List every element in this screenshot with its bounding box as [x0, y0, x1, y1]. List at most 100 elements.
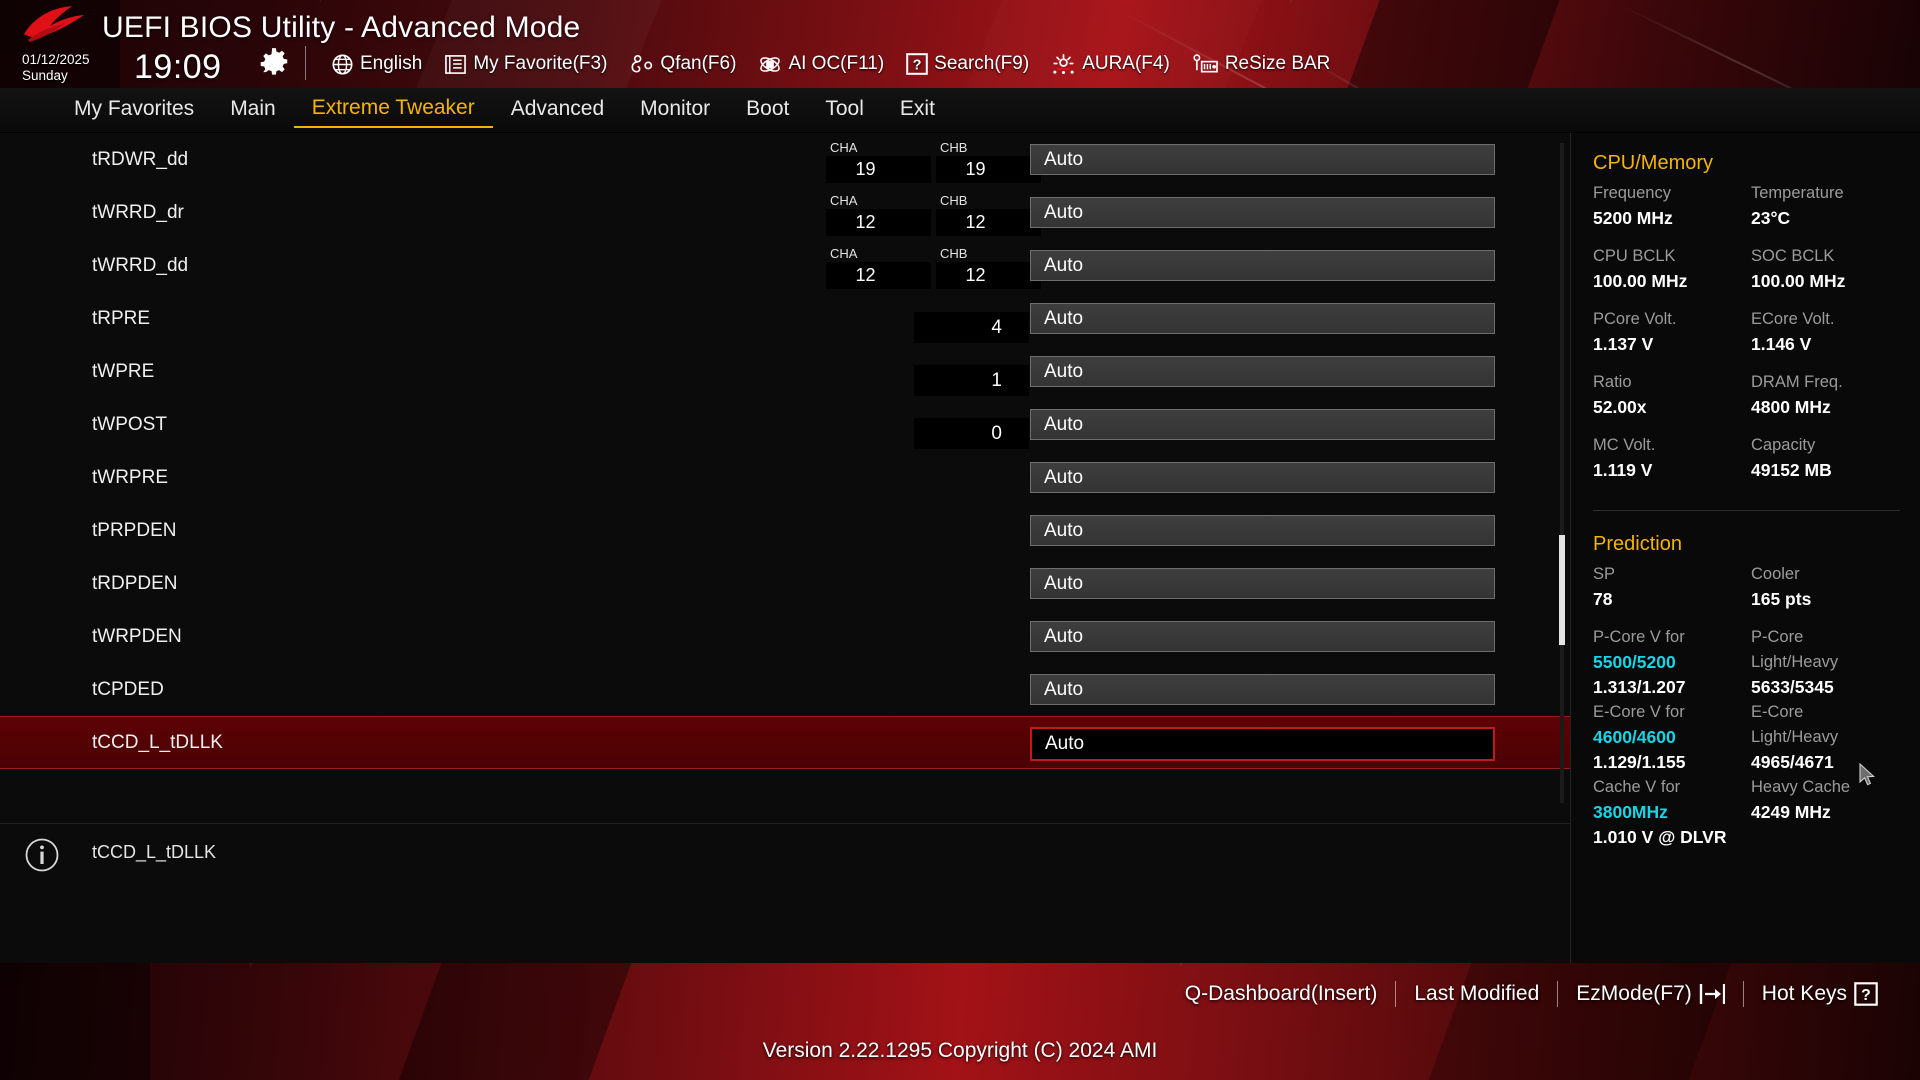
table-row[interactable]: tWPRE 1 Auto	[0, 345, 1570, 398]
footer-bar: Q-Dashboard(Insert) Last Modified EzMode(F…	[0, 963, 1920, 1080]
value-dropdown[interactable]: Auto	[1030, 356, 1495, 387]
metric-value: 165 pts	[1751, 589, 1812, 609]
row-label: tRPRE	[92, 307, 151, 329]
row-label: tPRPDEN	[92, 519, 177, 541]
footer-item-label: Q-Dashboard(Insert)	[1184, 982, 1378, 1005]
nav-tab-extreme-tweaker[interactable]: Extreme Tweaker	[293, 92, 493, 128]
metric-value: 49152 MB	[1751, 460, 1832, 480]
metric-label: Frequency	[1593, 184, 1671, 202]
cpu-memory-heading: CPU/Memory	[1593, 152, 1714, 174]
metric-value: 1.313/1.207	[1593, 677, 1686, 697]
metric-value: 100.00 MHz	[1751, 271, 1846, 291]
info-bar: tCCD_L_tDLLK	[0, 823, 1570, 963]
value-dropdown[interactable]: Auto	[1030, 568, 1495, 599]
value-dropdown[interactable]: Auto	[1030, 515, 1495, 546]
table-row[interactable]: tRDWR_dd CHA 19 CHB 19 Auto	[0, 133, 1570, 186]
value-dropdown[interactable]: Auto	[1030, 727, 1495, 761]
nav-tab-exit[interactable]: Exit	[882, 93, 953, 127]
value-dropdown[interactable]: Auto	[1030, 409, 1495, 440]
value-dropdown[interactable]: Auto	[1030, 250, 1495, 281]
channel-header: CHB	[940, 193, 968, 208]
clock-display: 19:09	[134, 48, 222, 86]
table-row[interactable]: tWRPDEN Auto	[0, 610, 1570, 663]
info-circle-icon	[25, 838, 59, 872]
value-dropdown[interactable]: Auto	[1030, 303, 1495, 334]
cpu-memory-grid: Frequency Temperature 5200 MHz 23°C CPU BCLK…	[1571, 181, 1920, 496]
ai-oc-icon	[760, 56, 781, 72]
channel-values: CHA 19 CHB 19	[826, 139, 1041, 183]
metric-value: 100.00 MHz	[1593, 271, 1688, 291]
channel-value: 12	[936, 209, 1041, 236]
metric-label: Capacity	[1751, 436, 1816, 454]
table-row[interactable]: tCPDED Auto	[0, 663, 1570, 716]
channel-header: CHA	[830, 140, 858, 155]
toolbar-resize-bar[interactable]: ReSize BAR	[1181, 48, 1342, 80]
value-dropdown[interactable]: Auto	[1030, 462, 1495, 493]
metric-label: E-Core V for	[1593, 703, 1685, 721]
table-row[interactable]: tRDPDEN Auto	[0, 557, 1570, 610]
table-row[interactable]: tWRRD_dd CHA 12 CHB 12 Auto	[0, 239, 1570, 292]
footer-item-hot-keys[interactable]: Hot Keys?	[1744, 982, 1896, 1006]
metric-value: 4800 MHz	[1751, 397, 1831, 417]
toolbar-search-label: Search(F9)	[934, 53, 1030, 74]
channel-value: 12	[826, 262, 931, 289]
settings-table: tRDWR_dd CHA 19 CHB 19 Auto tWRRD_dr CHA 12 CHB 12…	[0, 133, 1570, 823]
gear-icon[interactable]	[258, 46, 290, 78]
resize-bar-icon	[1193, 53, 1218, 73]
toolbar-language[interactable]: English	[320, 48, 433, 80]
nav-tab-boot[interactable]: Boot	[728, 93, 807, 127]
footer-item-label: Last Modified	[1414, 982, 1540, 1005]
footer-item-ezmode-f7[interactable]: EzMode(F7)	[1558, 982, 1743, 1006]
nav-tab-my-favorites[interactable]: My Favorites	[56, 93, 212, 127]
metric-label: Heavy Cache	[1751, 778, 1851, 796]
metric-label: Cooler	[1751, 565, 1800, 583]
table-row[interactable]: tWRPRE Auto	[0, 451, 1570, 504]
nav-tab-tool[interactable]: Tool	[807, 93, 882, 127]
date-display: 01/12/2025 Sunday	[22, 52, 90, 84]
main-nav: My Favorites Main Extreme Tweaker Advanced M…	[0, 88, 1920, 133]
value-dropdown[interactable]: Auto	[1030, 144, 1495, 175]
scrollbar-track[interactable]	[1560, 143, 1564, 803]
toolbar-my-favorite[interactable]: My Favorite(F3)	[433, 48, 618, 80]
table-row[interactable]: tCCD_L_tDLLK Auto	[0, 716, 1570, 769]
nav-tab-advanced[interactable]: Advanced	[493, 93, 622, 127]
nav-tab-monitor[interactable]: Monitor	[622, 93, 728, 127]
table-row[interactable]: tWRRD_dr CHA 12 CHB 12 Auto	[0, 186, 1570, 239]
channel-cell-a: CHA 19	[826, 139, 931, 183]
value-dropdown[interactable]: Auto	[1030, 674, 1495, 705]
prediction-grid: SP Cooler 78 165 pts P-Core V for P-Core 5500/…	[1571, 562, 1920, 850]
qfan-icon	[631, 54, 653, 73]
table-row[interactable]: tPRPDEN Auto	[0, 504, 1570, 557]
metric-value: 1.119 V	[1593, 460, 1653, 480]
toolbar-ai-oc-label: AI OC(F11)	[788, 53, 885, 74]
row-label: tRDWR_dd	[92, 148, 189, 170]
channel-values: CHA 12 CHB 12	[826, 192, 1041, 236]
value-dropdown[interactable]: Auto	[1030, 197, 1495, 228]
value-dropdown[interactable]: Auto	[1030, 621, 1495, 652]
toolbar-aura-label: AURA(F4)	[1082, 53, 1170, 74]
toolbar-aura[interactable]: AURA(F4)	[1040, 48, 1181, 80]
metric-value: 4249 MHz	[1751, 802, 1831, 822]
metric-label: MC Volt.	[1593, 436, 1656, 454]
app-title: UEFI BIOS Utility - Advanced Mode	[102, 11, 581, 44]
footer-item-q-dashboard-insert[interactable]: Q-Dashboard(Insert)	[1167, 982, 1396, 1006]
footer-item-last-modified[interactable]: Last Modified	[1396, 982, 1557, 1006]
scrollbar-thumb[interactable]	[1559, 535, 1565, 645]
toolbar-qfan[interactable]: Qfan(F6)	[618, 48, 747, 80]
toolbar-qfan-label: Qfan(F6)	[660, 53, 737, 74]
metric-label: Temperature	[1751, 184, 1844, 202]
toolbar-resize-bar-label: ReSize BAR	[1224, 53, 1331, 74]
toolbar-search[interactable]: ? Search(F9)	[895, 48, 1040, 80]
channel-value: 12	[826, 209, 931, 236]
table-row[interactable]: tWPOST 0 Auto	[0, 398, 1570, 451]
info-description: tCCD_L_tDLLK	[92, 842, 217, 862]
toolbar-ai-oc[interactable]: AI OC(F11)	[747, 48, 895, 80]
metric-value: 5633/5345	[1751, 677, 1834, 697]
nav-tab-main[interactable]: Main	[212, 93, 294, 127]
metric-label-highlight: 5500/5200	[1593, 652, 1676, 672]
date-value: 01/12/2025	[22, 52, 90, 67]
question-box-icon: ?	[1854, 982, 1878, 1006]
footer-item-label: Hot Keys	[1761, 982, 1847, 1005]
table-row[interactable]: tRPRE 4 Auto	[0, 292, 1570, 345]
channel-header: CHA	[830, 246, 858, 261]
